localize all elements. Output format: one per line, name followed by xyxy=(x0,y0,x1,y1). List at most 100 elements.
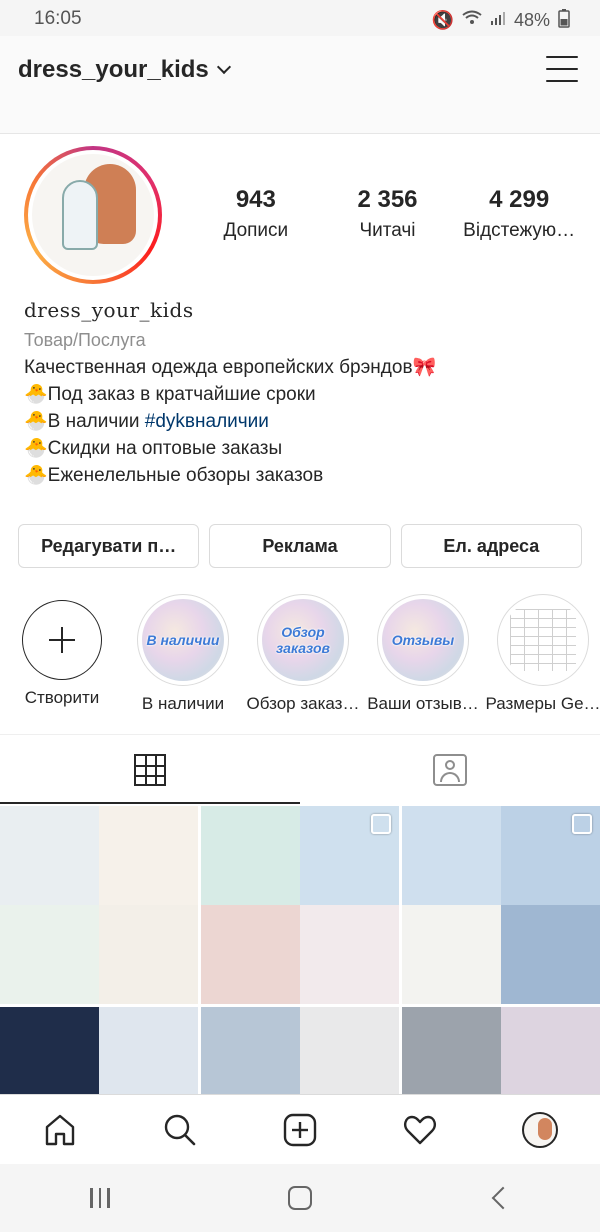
plus-icon xyxy=(22,600,102,680)
post-thumbnail[interactable] xyxy=(201,806,399,1004)
back-button[interactable] xyxy=(400,1186,600,1210)
post-thumbnail[interactable] xyxy=(0,806,198,1004)
stat-following[interactable]: 4 299 Відстежую… xyxy=(453,186,585,242)
chevron-down-icon xyxy=(216,59,231,75)
hashtag-link[interactable]: #dykвналичии xyxy=(145,411,269,432)
bio-line: 🐣В наличии #dykвналичии xyxy=(24,411,584,432)
post-image-tile xyxy=(201,905,300,1004)
hamburger-line xyxy=(546,80,578,82)
profile-header: dress_your_kids xyxy=(0,36,600,134)
battery-icon xyxy=(558,8,570,33)
bio-line: 🐣Под заказ в кратчайшие сроки xyxy=(24,384,316,405)
posts-grid xyxy=(0,806,600,1096)
grid-icon xyxy=(134,753,166,786)
tagged-icon-body xyxy=(440,771,460,782)
account-switcher[interactable]: dress_your_kids xyxy=(18,56,231,84)
stat-posts[interactable]: 943 Дописи xyxy=(190,186,322,242)
highlight-label: В наличии xyxy=(141,694,225,713)
post-image-tile xyxy=(99,905,198,1004)
hamburger-line xyxy=(546,68,578,70)
status-time: 16:05 xyxy=(34,8,82,29)
highlight-cover-text: Отзывы xyxy=(391,632,455,648)
bio-text: 🐣В наличии xyxy=(24,411,145,432)
post-image-tile xyxy=(201,806,300,905)
post-image-tile xyxy=(300,905,399,1004)
profile-avatar[interactable] xyxy=(24,146,162,284)
highlight-label: Размеры Ge… xyxy=(485,694,600,713)
signal-icon xyxy=(490,10,506,31)
size-table-image xyxy=(502,599,584,681)
bottom-navigation xyxy=(0,1094,600,1164)
highlight-label: Обзор заказ… xyxy=(246,694,360,713)
promote-button[interactable]: Реклама xyxy=(209,524,391,568)
highlight-cover-text: В наличии xyxy=(146,632,220,648)
email-button[interactable]: Ел. адреса xyxy=(400,524,582,568)
tagged-icon xyxy=(433,753,467,786)
bio-line: 🐣Еженелельные обзоры заказов xyxy=(24,465,324,486)
post-thumbnail[interactable] xyxy=(402,806,600,1004)
avatar-image xyxy=(32,154,154,276)
post-image-tile xyxy=(0,905,99,1004)
nav-new-post[interactable] xyxy=(240,1095,360,1164)
nav-home[interactable] xyxy=(0,1095,120,1164)
battery-percent: 48% xyxy=(513,10,550,30)
stat-followers[interactable]: 2 356 Читачі xyxy=(322,186,454,242)
bio-line: Качественная одежда европейских брэндов🎀 xyxy=(24,357,437,378)
tab-grid[interactable] xyxy=(0,735,300,804)
mute-icon: 🔇 xyxy=(431,10,454,30)
avatar-border xyxy=(28,150,158,280)
highlight-in-stock[interactable]: В наличии В наличии xyxy=(123,594,243,714)
tab-tagged[interactable] xyxy=(300,735,600,804)
highlight-cover xyxy=(497,594,589,686)
highlight-image: Отзывы xyxy=(382,599,464,681)
post-thumbnail[interactable] xyxy=(201,1007,399,1096)
tagged-icon-head xyxy=(445,759,455,770)
search-icon xyxy=(164,1114,196,1145)
story-highlights: Створити В наличии В наличии Обзор заказ… xyxy=(0,594,600,714)
post-image-tile xyxy=(402,806,501,905)
home-icon xyxy=(45,1114,75,1145)
status-bar: 16:05 🔇 48% xyxy=(0,0,600,36)
post-image-tile xyxy=(201,1007,300,1096)
stat-posts-value: 943 xyxy=(235,186,276,213)
highlight-image: В наличии xyxy=(142,599,224,681)
highlight-new[interactable]: Створити xyxy=(2,594,122,708)
highlight-sizes[interactable]: Размеры Ge… xyxy=(483,594,600,714)
heart-icon xyxy=(404,1115,436,1144)
post-image-tile xyxy=(0,1007,99,1096)
post-image-tile xyxy=(99,806,198,905)
status-icons: 🔇 48% xyxy=(432,8,570,33)
recents-icon xyxy=(90,1188,110,1208)
nav-activity[interactable] xyxy=(360,1095,480,1164)
post-image-tile xyxy=(0,806,99,905)
highlight-label: Ваши отзыв… xyxy=(367,694,479,713)
home-button-icon xyxy=(288,1186,312,1210)
avatar-illustration-child xyxy=(62,180,98,250)
profile-avatar-icon xyxy=(522,1111,558,1148)
header-username: dress_your_kids xyxy=(18,56,209,83)
highlight-reviews-orders[interactable]: Обзор заказов Обзор заказ… xyxy=(243,594,363,714)
stat-following-label: Відстежую… xyxy=(463,220,576,241)
post-thumbnail[interactable] xyxy=(402,1007,600,1096)
profile-tabs xyxy=(0,734,600,804)
stat-posts-label: Дописи xyxy=(223,220,289,241)
back-icon xyxy=(491,1186,515,1210)
recents-button[interactable] xyxy=(0,1188,200,1208)
wifi-icon xyxy=(462,10,482,31)
home-button[interactable] xyxy=(200,1186,400,1210)
post-image-tile xyxy=(300,1007,399,1096)
stat-followers-value: 2 356 xyxy=(357,186,418,213)
stat-followers-label: Читачі xyxy=(359,220,416,241)
nav-profile[interactable] xyxy=(480,1095,600,1164)
highlight-feedback[interactable]: Отзывы Ваши отзыв… xyxy=(363,594,483,714)
edit-profile-button[interactable]: Редагувати п… xyxy=(18,524,200,568)
post-thumbnail[interactable] xyxy=(0,1007,198,1096)
nav-search[interactable] xyxy=(120,1095,240,1164)
multiple-images-icon xyxy=(371,814,391,834)
profile-bio: dress_your_kids Товар/Послуга Качественн… xyxy=(24,298,584,486)
bio-line: 🐣Скидки на оптовые заказы xyxy=(24,438,283,459)
menu-button[interactable] xyxy=(546,56,578,82)
post-image-tile xyxy=(501,1007,600,1096)
highlight-label: Створити xyxy=(24,688,100,707)
profile-display-name: dress_your_kids xyxy=(24,298,194,322)
